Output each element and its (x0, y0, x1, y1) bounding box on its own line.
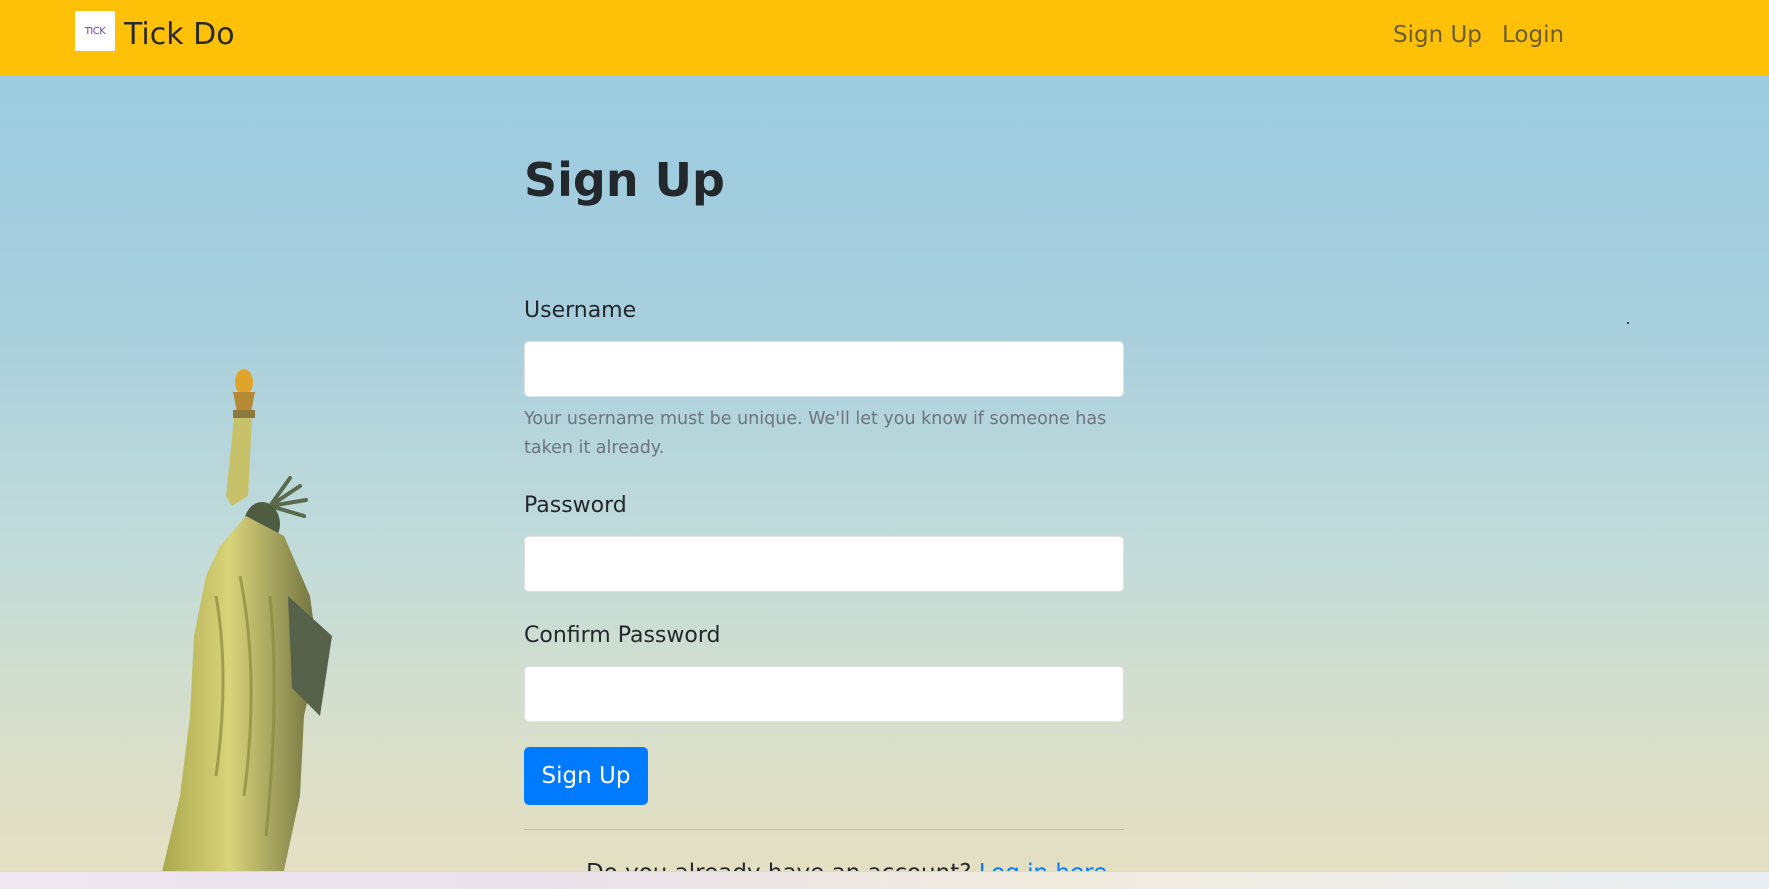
statue-of-liberty-image (158, 369, 332, 889)
confirm-password-input[interactable] (524, 666, 1124, 722)
nav-login-link[interactable]: Login (1502, 18, 1564, 52)
nav-signup-link[interactable]: Sign Up (1393, 18, 1482, 52)
page-title: Sign Up (524, 153, 725, 207)
bottom-bar (0, 871, 1769, 889)
hero-background (0, 76, 1769, 889)
password-label: Password (524, 493, 627, 518)
username-help-text: Your username must be unique. We'll let … (524, 409, 1107, 458)
signup-submit-button[interactable]: Sign Up (524, 747, 648, 805)
username-input[interactable] (524, 341, 1124, 397)
brand-logo[interactable]: TICK (75, 11, 115, 51)
username-label: Username (524, 298, 637, 323)
password-input[interactable] (524, 536, 1124, 592)
top-navbar: TICK Tick Do Sign Up Login (0, 0, 1769, 76)
form-divider (524, 829, 1124, 830)
brand-name[interactable]: Tick Do (124, 15, 235, 55)
background-speck (1627, 322, 1629, 324)
logo-text: TICK (84, 25, 106, 37)
confirm-password-label: Confirm Password (524, 623, 721, 648)
